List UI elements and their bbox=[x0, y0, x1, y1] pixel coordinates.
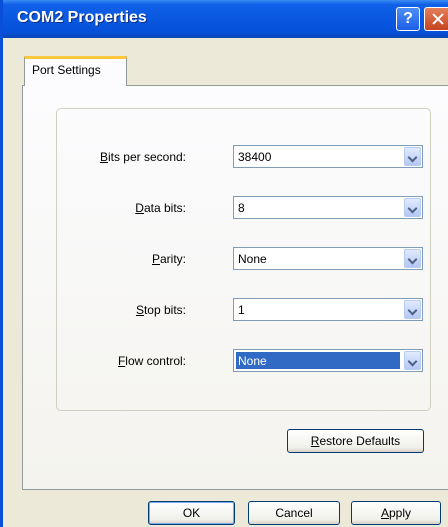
data-bits-value: 8 bbox=[238, 201, 245, 215]
flow-control-label: Flow control: bbox=[117, 354, 186, 368]
chevron-down-icon[interactable] bbox=[404, 198, 421, 217]
restore-defaults-button[interactable]: Restore Defaults bbox=[287, 429, 424, 453]
stop-bits-label: Stop bits: bbox=[135, 303, 186, 317]
settings-group: Bits per second: 38400 Data bits: 8 Pari… bbox=[56, 108, 431, 411]
cancel-button[interactable]: Cancel bbox=[248, 501, 340, 525]
bits-per-second-value: 38400 bbox=[238, 150, 272, 164]
parity-value: None bbox=[238, 252, 267, 266]
chevron-down-icon[interactable] bbox=[404, 249, 421, 268]
tab-panel: Bits per second: 38400 Data bits: 8 Pari… bbox=[22, 85, 448, 490]
help-button[interactable]: ? bbox=[396, 7, 420, 31]
apply-button[interactable]: Apply bbox=[351, 501, 441, 525]
data-bits-select[interactable]: 8 bbox=[233, 196, 423, 219]
chevron-down-icon[interactable] bbox=[404, 300, 421, 319]
parity-select[interactable]: None bbox=[233, 247, 423, 270]
data-bits-label: Data bits: bbox=[135, 201, 186, 215]
title-bar[interactable]: COM2 Properties ? bbox=[3, 0, 448, 38]
ok-button[interactable]: OK bbox=[148, 501, 235, 525]
close-icon[interactable] bbox=[424, 7, 448, 31]
bits-per-second-select[interactable]: 38400 bbox=[233, 145, 423, 168]
window-title: COM2 Properties bbox=[17, 9, 147, 26]
selection-highlight: None bbox=[236, 352, 400, 369]
flow-control-select[interactable]: None bbox=[233, 349, 423, 372]
chevron-down-icon[interactable] bbox=[404, 351, 421, 370]
stop-bits-value: 1 bbox=[238, 303, 245, 317]
bits-per-second-label: Bits per second: bbox=[99, 150, 186, 164]
flow-control-value: None bbox=[238, 354, 267, 368]
tab-label: Port Settings bbox=[32, 63, 101, 77]
stop-bits-select[interactable]: 1 bbox=[233, 298, 423, 321]
tab-port-settings[interactable]: Port Settings bbox=[24, 56, 127, 86]
properties-dialog: COM2 Properties ? Port Settings Bits per… bbox=[0, 0, 448, 527]
parity-label: Parity: bbox=[151, 252, 186, 266]
chevron-down-icon[interactable] bbox=[404, 147, 421, 166]
